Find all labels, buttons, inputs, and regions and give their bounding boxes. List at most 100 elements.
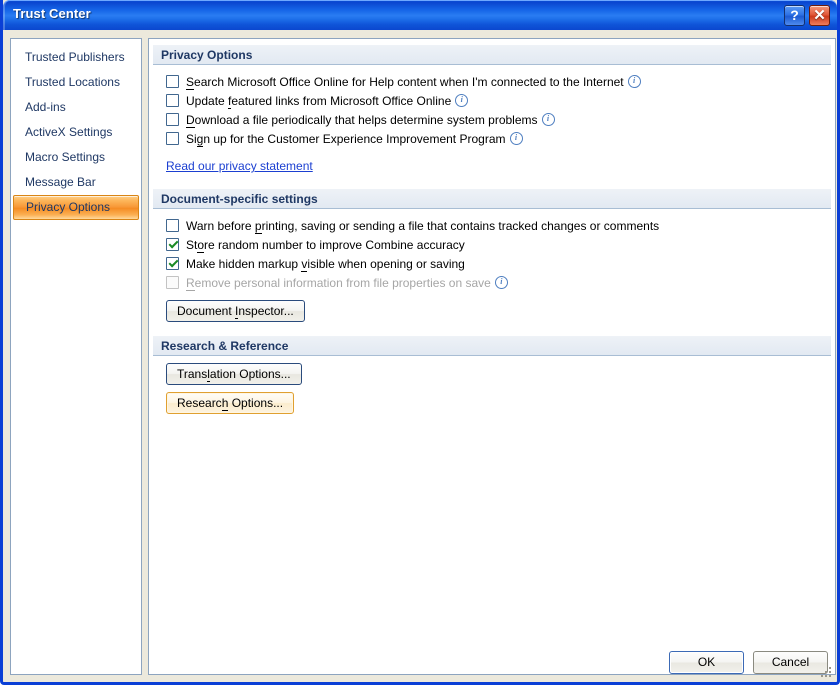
label-text: ownload a file periodically that helps d…	[194, 112, 538, 127]
info-icon[interactable]: i	[509, 132, 523, 145]
checkbox-unchecked-icon[interactable]	[166, 132, 179, 145]
question-mark-icon: ?	[790, 7, 799, 23]
checkbox-unchecked-icon[interactable]	[166, 219, 179, 232]
info-icon[interactable]: i	[541, 113, 555, 126]
translation-options-button[interactable]: Translation Options...	[166, 363, 302, 385]
checkbox-label: Download a file periodically that helps …	[186, 112, 538, 128]
checkbox-row[interactable]: Search Microsoft Office Online for Help …	[166, 72, 835, 91]
info-icon[interactable]: i	[494, 276, 508, 289]
info-icon[interactable]: i	[455, 94, 469, 107]
accelerator-char: D	[186, 112, 195, 128]
sidebar-item-trusted-publishers[interactable]: Trusted Publishers	[13, 45, 139, 70]
label-text: Document	[177, 304, 236, 318]
section-body-research: Translation Options... Research Options..…	[149, 356, 835, 414]
accelerator-char: p	[254, 218, 262, 234]
label-text: St	[186, 237, 198, 252]
checkbox-label: Search Microsoft Office Online for Help …	[186, 74, 624, 90]
sidebar-item-label: Trusted Publishers	[25, 50, 125, 64]
checkbox-unchecked-icon[interactable]	[166, 75, 179, 88]
research-button-row: Translation Options...	[166, 363, 835, 385]
checkbox-row[interactable]: Sign up for the Customer Experience Impr…	[166, 129, 835, 148]
help-button[interactable]: ?	[784, 5, 805, 26]
window-title: Trust Center	[13, 6, 91, 21]
checkbox-row[interactable]: Update featured links from Microsoft Off…	[166, 91, 835, 110]
checkbox-row[interactable]: Make hidden markup visible when opening …	[166, 254, 835, 273]
sidebar-nav: Trusted Publishers Trusted Locations Add-i…	[10, 38, 142, 675]
document-inspector-button[interactable]: Document Inspector...	[166, 300, 305, 322]
checkbox-label: Update featured links from Microsoft Off…	[186, 93, 452, 109]
info-icon[interactable]: i	[627, 75, 641, 88]
label-text: Update	[186, 93, 229, 108]
accelerator-char: S	[186, 74, 195, 90]
checkbox-row[interactable]: Store random number to improve Combine a…	[166, 235, 835, 254]
checkbox-label: Warn before printing, saving or sending …	[186, 218, 660, 234]
label-text: rinting, saving or sending a file that c…	[261, 218, 660, 233]
sidebar-item-label: Message Bar	[25, 175, 96, 189]
checkbox-checked-icon[interactable]	[166, 238, 179, 251]
document-checkbox-list: Warn before printing, saving or sending …	[166, 216, 835, 292]
label-text: emove personal information from file pro…	[194, 275, 491, 290]
checkbox-label: Sign up for the Customer Experience Impr…	[186, 131, 506, 147]
label-text: Warn before	[186, 218, 255, 233]
sidebar-item-label: Trusted Locations	[25, 75, 120, 89]
dialog-body: Trusted Publishers Trusted Locations Add-i…	[3, 30, 837, 682]
sidebar-item-macro-settings[interactable]: Macro Settings	[13, 145, 139, 170]
document-inspector-row: Document Inspector...	[166, 300, 835, 322]
grip-dot	[829, 671, 831, 673]
label-text: n up for the Customer Experience Improve…	[203, 131, 506, 146]
research-button-row: Research Options...	[166, 392, 835, 414]
checkbox-label: Make hidden markup visible when opening …	[186, 256, 465, 272]
label-text: earch Microsoft Office Online for Help c…	[194, 74, 624, 89]
accelerator-char: R	[186, 275, 195, 291]
checkbox-row: Remove personal information from file pr…	[166, 273, 835, 292]
label-text: ation Options...	[209, 367, 291, 381]
label-text: Make hidden markup	[186, 256, 302, 271]
sidebar-item-privacy-options[interactable]: Privacy Options	[13, 195, 139, 220]
checkbox-checked-icon[interactable]	[166, 257, 179, 270]
checkbox-row[interactable]: Warn before printing, saving or sending …	[166, 216, 835, 235]
label-text: Researc	[177, 396, 222, 410]
label-text: Si	[186, 131, 197, 146]
grip-dot	[829, 667, 831, 669]
sidebar-item-add-ins[interactable]: Add-ins	[13, 95, 139, 120]
section-header-privacy: Privacy Options	[153, 45, 831, 65]
label-text: eatured links from Microsoft Office Onli…	[231, 93, 452, 108]
ok-button[interactable]: OK	[669, 651, 744, 674]
checkbox-label: Store random number to improve Combine a…	[186, 237, 465, 253]
checkbox-row[interactable]: Download a file periodically that helps …	[166, 110, 835, 129]
sidebar-item-label: Privacy Options	[26, 200, 111, 214]
privacy-statement-link[interactable]: Read our privacy statement	[166, 159, 313, 173]
privacy-link-row: Read our privacy statement	[166, 157, 835, 175]
checkbox-label: Remove personal information from file pr…	[186, 275, 491, 291]
title-bar[interactable]: Trust Center ? ✕	[3, 0, 837, 30]
privacy-checkbox-list: Search Microsoft Office Online for Help …	[166, 72, 835, 148]
grip-dot	[825, 675, 827, 677]
close-icon: ✕	[813, 7, 826, 24]
sidebar-item-label: Add-ins	[25, 100, 66, 114]
grip-dot	[829, 675, 831, 677]
label-text: Trans	[177, 367, 208, 381]
content-panel: Privacy Options Search Microsoft Office …	[148, 38, 836, 675]
sidebar-item-label: Macro Settings	[25, 150, 106, 164]
resize-grip[interactable]	[821, 667, 833, 679]
label-text: Options...	[228, 396, 284, 410]
checkbox-unchecked-icon[interactable]	[166, 113, 179, 126]
trust-center-dialog: Trust Center ? ✕ Trusted Publishers Trust…	[0, 0, 840, 685]
dialog-footer: OK Cancel	[669, 651, 828, 674]
sidebar-item-message-bar[interactable]: Message Bar	[13, 170, 139, 195]
section-body-document: Warn before printing, saving or sending …	[149, 209, 835, 322]
section-header-document: Document-specific settings	[153, 189, 831, 209]
section-body-privacy: Search Microsoft Office Online for Help …	[149, 65, 835, 175]
sidebar-item-label: ActiveX Settings	[25, 125, 113, 139]
research-options-button[interactable]: Research Options...	[166, 392, 295, 414]
grip-dot	[825, 671, 827, 673]
research-button-list: Translation Options... Research Options..…	[166, 363, 835, 414]
label-text: isible when opening or saving	[307, 256, 465, 271]
sidebar-item-trusted-locations[interactable]: Trusted Locations	[13, 70, 139, 95]
close-button[interactable]: ✕	[809, 5, 830, 26]
cancel-button[interactable]: Cancel	[753, 651, 828, 674]
sidebar-item-activex-settings[interactable]: ActiveX Settings	[13, 120, 139, 145]
grip-dot	[821, 675, 823, 677]
label-text: nspector...	[238, 304, 294, 318]
checkbox-unchecked-icon[interactable]	[166, 94, 179, 107]
